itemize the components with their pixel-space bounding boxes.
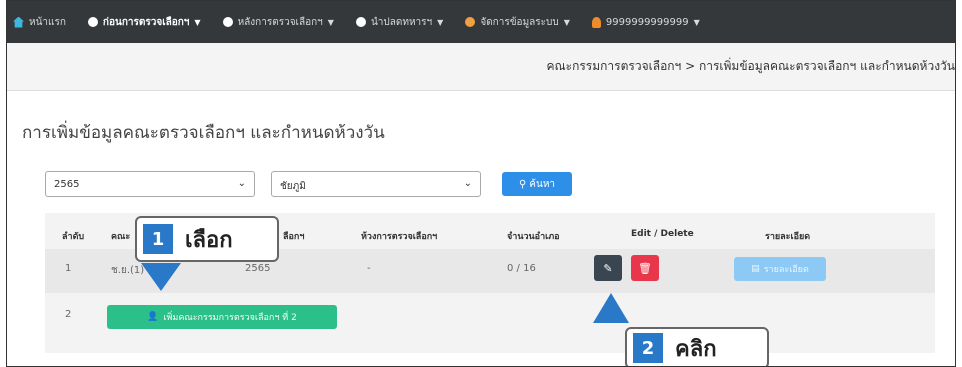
nav-post-selection-label: หลังการตรวจเลือกฯ bbox=[237, 16, 323, 28]
col-period: ห้วงการตรวจเลือกฯ bbox=[361, 232, 438, 242]
home-icon bbox=[13, 16, 24, 28]
row1-count: 0 / 16 bbox=[507, 263, 536, 274]
nav-home-label: หน้าแรก bbox=[29, 16, 66, 28]
edit-icon: ✎ bbox=[603, 261, 613, 275]
circle-icon bbox=[222, 17, 233, 27]
app-frame: หน้าแรก ก่อนการตรวจเลือกฯ ▼ หลังการตรวจเ… bbox=[6, 0, 956, 367]
step-badge: 1 bbox=[143, 224, 173, 254]
row1-no: 1 bbox=[65, 263, 72, 274]
callout-click-text: คลิก bbox=[675, 336, 717, 362]
nav-user-label: 9999999999999 bbox=[605, 16, 689, 28]
nav-pre-selection[interactable]: ก่อนการตรวจเลือกฯ ▼ bbox=[87, 15, 201, 30]
chevron-down-icon: ▼ bbox=[194, 17, 201, 27]
detail-button-label: รายละเอียด bbox=[763, 265, 809, 275]
chevron-down-icon: ▼ bbox=[563, 17, 570, 27]
chevron-down-icon: ▼ bbox=[327, 17, 334, 27]
search-button-label: ค้นหา bbox=[529, 178, 556, 190]
col-no: ลำดับ bbox=[62, 232, 85, 242]
province-select[interactable]: ชัยภูมิ ⌄ bbox=[271, 171, 481, 197]
nav-system-admin[interactable]: จัดการข้อมูลระบบ ▼ bbox=[465, 15, 570, 30]
gear-icon bbox=[465, 17, 476, 27]
chevron-down-icon: ⌄ bbox=[463, 178, 472, 189]
year-select[interactable]: 2565 ⌄ bbox=[45, 171, 255, 197]
province-select-value: ชัยภูมิ bbox=[280, 181, 306, 192]
circle-icon bbox=[87, 17, 98, 27]
col-committee: คณะ bbox=[111, 232, 131, 242]
arrow-down-icon bbox=[141, 263, 181, 291]
edit-button[interactable]: ✎ bbox=[594, 255, 622, 281]
chevron-down-icon: ▼ bbox=[693, 17, 700, 27]
search-button[interactable]: ⚲ ค้นหา bbox=[502, 172, 572, 196]
nav-post-selection[interactable]: หลังการตรวจเลือกฯ ▼ bbox=[222, 15, 334, 30]
callout-select-text: เลือก bbox=[185, 227, 233, 253]
breadcrumb: คณะกรรมการตรวจเลือกฯ > การเพิ่มข้อมูลคณะ… bbox=[546, 59, 955, 73]
row2-no: 2 bbox=[65, 309, 72, 320]
row1-period: - bbox=[367, 263, 371, 274]
col-edit-delete: Edit / Delete bbox=[631, 229, 694, 239]
add-committee-label: เพิ่มคณะกรรมการตรวจเลือกฯ ที่ 2 bbox=[163, 313, 297, 323]
row1-committee: ช.ย.(1) bbox=[111, 265, 145, 276]
col-district-count: จำนวนอำเภอ bbox=[507, 232, 560, 242]
callout-select: 1 เลือก bbox=[135, 216, 279, 262]
add-committee-button[interactable]: 👤 เพิ่มคณะกรรมการตรวจเลือกฯ ที่ 2 bbox=[107, 305, 337, 329]
top-navbar: หน้าแรก ก่อนการตรวจเลือกฯ ▼ หลังการตรวจเ… bbox=[7, 1, 955, 43]
nav-system-admin-label: จัดการข้อมูลระบบ bbox=[480, 16, 559, 28]
delete-button[interactable]: 🗑 bbox=[631, 255, 659, 281]
trash-icon: 🗑 bbox=[638, 261, 652, 275]
callout-click: 2 คลิก bbox=[625, 327, 769, 366]
nav-pre-selection-label: ก่อนการตรวจเลือกฯ bbox=[102, 16, 190, 28]
search-icon: ⚲ bbox=[518, 178, 527, 190]
chevron-down-icon: ▼ bbox=[437, 17, 444, 27]
col-year: ลือกฯ bbox=[283, 232, 305, 242]
row1-year: 2565 bbox=[245, 263, 271, 274]
chevron-down-icon: ⌄ bbox=[237, 178, 246, 189]
nav-home[interactable]: หน้าแรก bbox=[13, 15, 66, 30]
breadcrumb-bar: คณะกรรมการตรวจเลือกฯ > การเพิ่มข้อมูลคณะ… bbox=[7, 43, 955, 91]
nav-discharge-label: นำปลดทหารฯ bbox=[370, 16, 433, 28]
arrow-up-icon bbox=[593, 293, 629, 323]
page-title: การเพิ่มข้อมูลคณะตรวจเลือกฯ และกำหนดห้วง… bbox=[22, 123, 385, 143]
circle-icon bbox=[355, 17, 366, 27]
user-icon bbox=[591, 16, 601, 28]
detail-button[interactable]: ▤ รายละเอียด bbox=[734, 257, 826, 281]
step-badge: 2 bbox=[633, 333, 663, 363]
nav-discharge[interactable]: นำปลดทหารฯ ▼ bbox=[355, 15, 444, 30]
year-select-value: 2565 bbox=[54, 179, 80, 190]
col-detail: รายละเอียด bbox=[765, 232, 811, 242]
document-icon: ▤ bbox=[751, 264, 760, 274]
nav-user[interactable]: 9999999999999 ▼ bbox=[591, 16, 700, 28]
add-user-icon: 👤 bbox=[147, 312, 159, 322]
